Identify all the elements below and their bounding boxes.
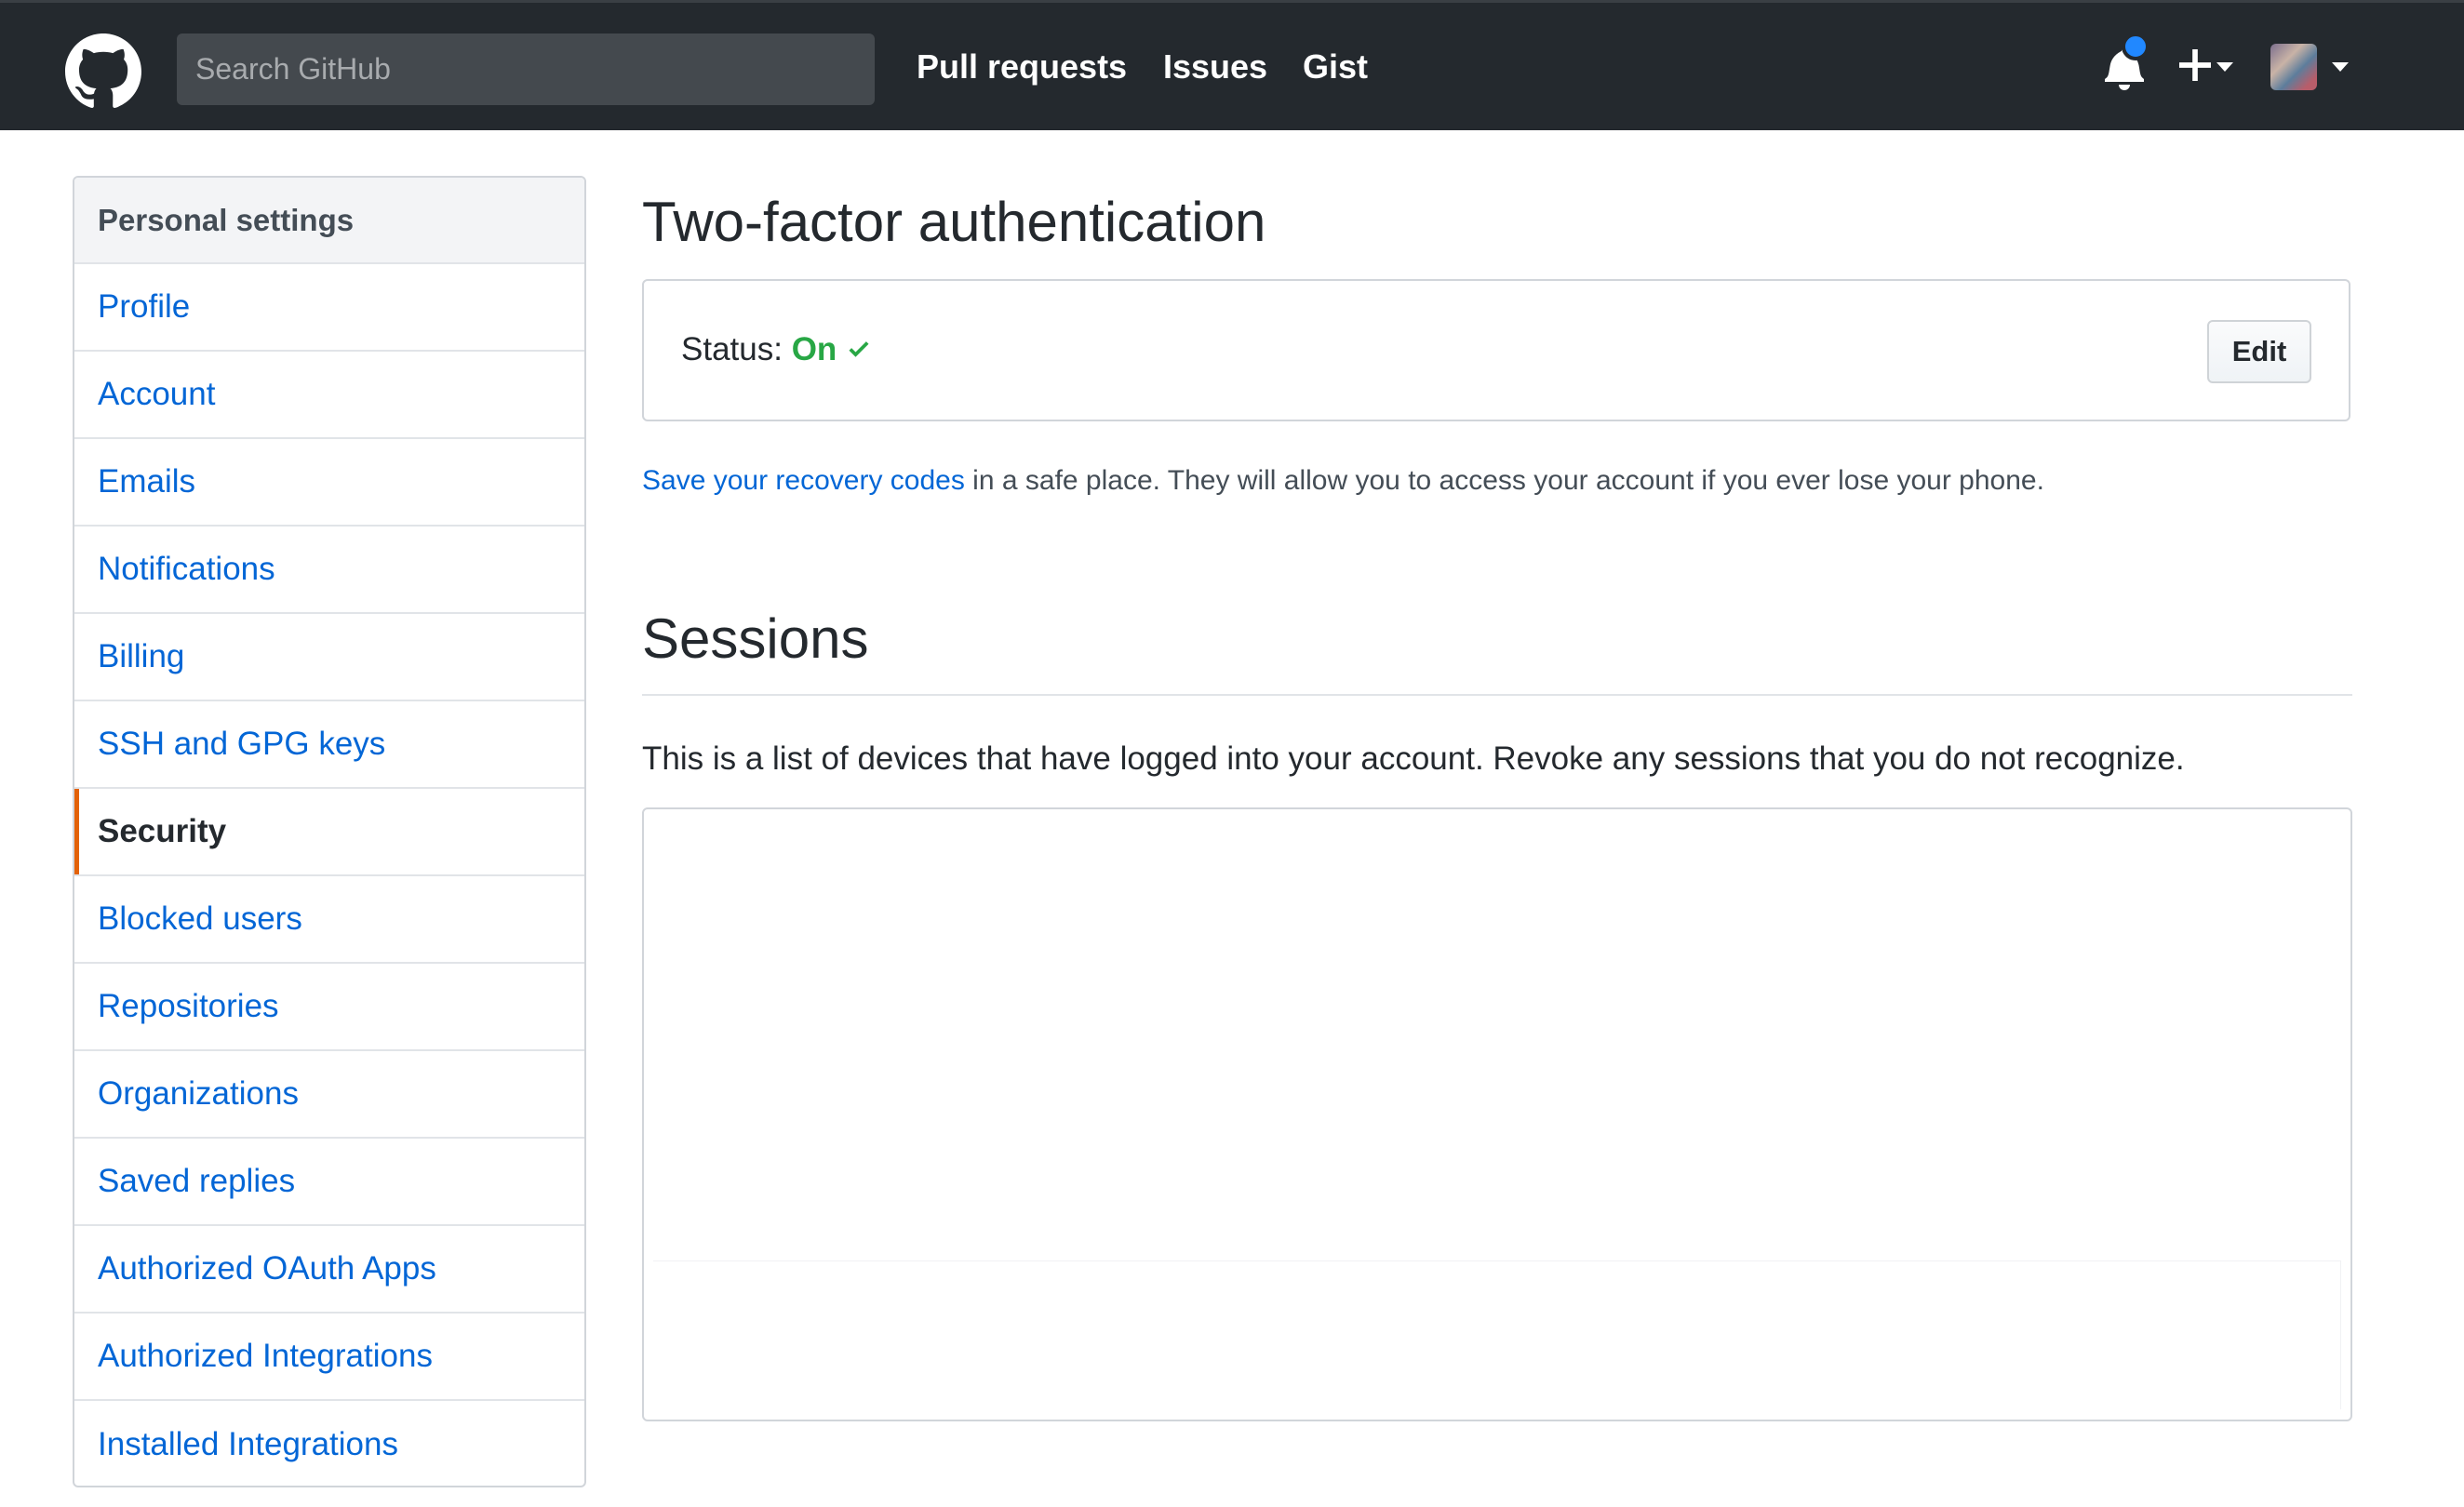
status-label: Status: [681,331,783,367]
avatar [2270,44,2317,90]
sidebar-item-organizations[interactable]: Organizations [74,1051,584,1139]
settings-sidebar: Personal settings Profile Account Emails… [73,176,586,1487]
nav-issues[interactable]: Issues [1163,47,1267,87]
github-logo-icon[interactable] [65,33,141,110]
recovery-codes-note: Save your recovery codes in a safe place… [642,465,2044,497]
sidebar-item-ssh-gpg-keys[interactable]: SSH and GPG keys [74,701,584,789]
sidebar-item-account[interactable]: Account [74,352,584,439]
sidebar-item-billing[interactable]: Billing [74,614,584,701]
create-new-menu[interactable] [2179,42,2241,94]
sidebar-item-installed-integrations[interactable]: Installed Integrations [74,1401,584,1486]
sessions-list-inner-edge [2340,1260,2341,1409]
sidebar-item-blocked-users[interactable]: Blocked users [74,876,584,964]
sidebar-item-authorized-oauth-apps[interactable]: Authorized OAuth Apps [74,1226,584,1314]
save-recovery-codes-link[interactable]: Save your recovery codes [642,465,965,496]
sessions-divider [642,694,2352,696]
sidebar-item-authorized-integrations[interactable]: Authorized Integrations [74,1314,584,1401]
sidebar-item-notifications[interactable]: Notifications [74,527,584,614]
notification-indicator [2122,33,2149,60]
top-navigation-bar: Pull requests Issues Gist [0,0,2464,130]
sidebar-title: Personal settings [74,178,584,264]
check-icon [849,341,869,357]
chevron-down-icon [2216,62,2233,72]
sidebar-item-emails[interactable]: Emails [74,439,584,527]
nav-gist[interactable]: Gist [1303,47,1368,87]
sessions-description: This is a list of devices that have logg… [642,740,2185,777]
sidebar-item-repositories[interactable]: Repositories [74,964,584,1051]
sidebar-item-saved-replies[interactable]: Saved replies [74,1139,584,1226]
user-menu[interactable] [2270,40,2364,96]
search-input[interactable] [177,33,875,105]
sessions-heading: Sessions [642,607,869,670]
chevron-down-icon [2332,62,2349,72]
two-factor-status-panel: Status: On Edit [642,279,2350,421]
status-value: On [791,331,837,367]
two-factor-heading: Two-factor authentication [642,191,1266,253]
two-factor-status: Status: On [681,331,874,368]
sessions-list [642,807,2352,1421]
edit-two-factor-button[interactable]: Edit [2207,320,2311,383]
recovery-codes-text: in a safe place. They will allow you to … [964,465,2044,496]
sessions-list-inner-divider [653,1260,2341,1261]
sidebar-item-profile[interactable]: Profile [74,264,584,352]
sidebar-item-security[interactable]: Security [74,789,584,876]
nav-pull-requests[interactable]: Pull requests [917,47,1127,87]
plus-icon [2179,49,2211,81]
